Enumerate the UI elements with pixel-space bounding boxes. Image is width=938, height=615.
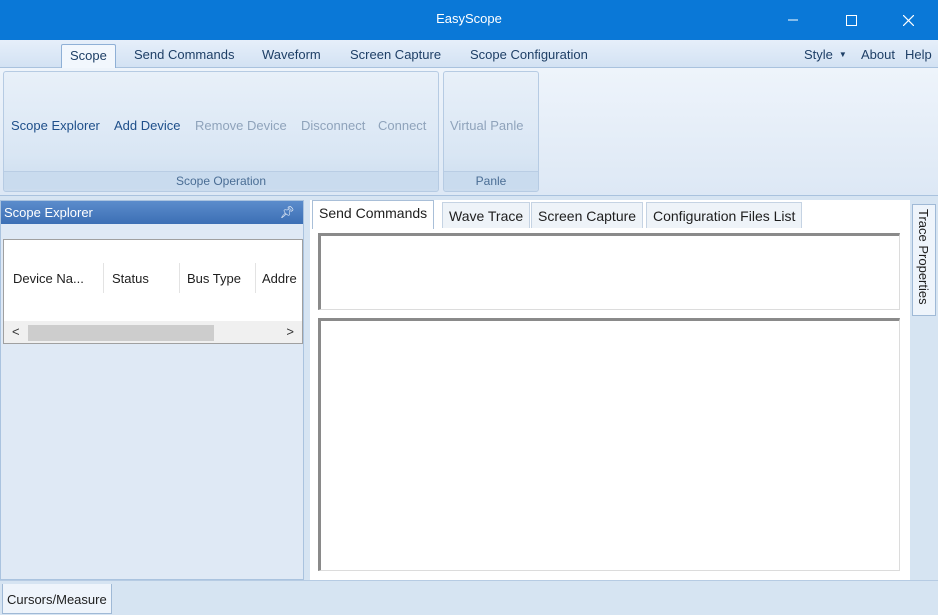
scope-explorer-panel: Scope Explorer 📌︎ Device Na... Status Bu… xyxy=(0,200,304,580)
about-menu[interactable]: About xyxy=(861,47,895,62)
tab-send-commands[interactable]: Send Commands xyxy=(134,47,234,62)
column-divider xyxy=(179,263,180,293)
trace-properties-tab[interactable]: Trace Properties xyxy=(912,204,936,316)
scope-explorer-header: Scope Explorer 📌︎ xyxy=(1,201,303,224)
maximize-icon xyxy=(845,14,857,26)
ribbon: Scope Explorer Add Device Remove Device … xyxy=(0,68,938,196)
main-content: Send Commands Wave Trace Screen Capture … xyxy=(310,200,910,580)
menu-bar: Scope Send Commands Waveform Screen Capt… xyxy=(0,40,938,69)
column-address[interactable]: Addre xyxy=(262,271,302,286)
minimize-button[interactable] xyxy=(770,0,816,40)
column-divider xyxy=(103,263,104,293)
tab-screen-capture-panel[interactable]: Screen Capture xyxy=(531,202,644,228)
minimize-icon xyxy=(788,19,798,21)
style-label: Style xyxy=(804,47,833,62)
close-icon xyxy=(902,14,914,26)
cursors-measure-tab[interactable]: Cursors/Measure xyxy=(2,584,112,614)
column-status[interactable]: Status xyxy=(112,271,149,286)
column-bus-type[interactable]: Bus Type xyxy=(187,271,241,286)
scroll-right-icon[interactable]: > xyxy=(286,324,294,339)
right-side-strip: Trace Properties xyxy=(910,200,938,580)
tab-wave-trace[interactable]: Wave Trace xyxy=(442,202,531,228)
scope-operation-label: Scope Operation xyxy=(4,171,438,189)
trace-properties-label: Trace Properties xyxy=(916,209,931,305)
horizontal-scrollbar[interactable]: < > xyxy=(4,321,302,343)
response-output[interactable] xyxy=(318,318,900,571)
device-grid[interactable]: Device Na... Status Bus Type Addre < > xyxy=(3,239,303,344)
help-menu[interactable]: Help xyxy=(905,47,932,62)
tab-send-commands-panel[interactable]: Send Commands xyxy=(312,200,435,229)
column-divider xyxy=(255,263,256,293)
remove-device-button[interactable]: Remove Device xyxy=(195,118,287,133)
style-menu[interactable]: Style ▼ xyxy=(804,47,847,62)
virtual-panle-button[interactable]: Virtual Panle xyxy=(450,118,523,133)
tab-scope[interactable]: Scope xyxy=(61,44,116,69)
scope-operation-group: Scope Explorer Add Device Remove Device … xyxy=(3,71,439,192)
add-device-button[interactable]: Add Device xyxy=(114,118,180,133)
bottom-bar: Cursors/Measure xyxy=(0,580,938,615)
scroll-thumb[interactable] xyxy=(28,325,214,341)
tab-screen-capture[interactable]: Screen Capture xyxy=(350,47,441,62)
tab-configuration-files-list[interactable]: Configuration Files List xyxy=(646,202,803,228)
command-input[interactable] xyxy=(318,233,900,310)
tab-waveform[interactable]: Waveform xyxy=(262,47,321,62)
tab-scope-configuration[interactable]: Scope Configuration xyxy=(470,47,588,62)
pin-icon[interactable]: 📌︎ xyxy=(280,201,295,224)
close-button[interactable] xyxy=(885,0,931,40)
title-bar: EasyScope xyxy=(0,0,938,40)
scope-explorer-title: Scope Explorer xyxy=(4,205,93,220)
column-device-name[interactable]: Device Na... xyxy=(13,271,84,286)
dropdown-arrow-icon: ▼ xyxy=(838,50,847,59)
maximize-button[interactable] xyxy=(828,0,874,40)
disconnect-button[interactable]: Disconnect xyxy=(301,118,365,133)
scroll-left-icon[interactable]: < xyxy=(12,324,20,339)
panle-label: Panle xyxy=(444,171,538,189)
panle-group: Virtual Panle Panle xyxy=(443,71,539,192)
scope-explorer-button[interactable]: Scope Explorer xyxy=(11,118,100,133)
connect-button[interactable]: Connect xyxy=(378,118,426,133)
